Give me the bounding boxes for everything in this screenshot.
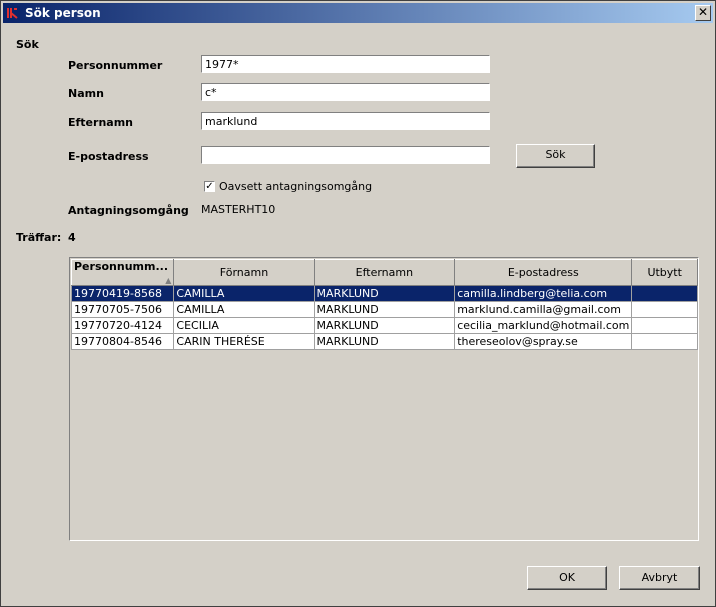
- table-cell: MARKLUND: [313, 317, 456, 334]
- table-cell: CAMILLA: [173, 301, 315, 318]
- table-cell: CARIN THERÉSE: [173, 333, 315, 350]
- table-cell: 19770705-7506: [70, 301, 175, 318]
- ignore-round-checkbox[interactable]: ✓: [204, 181, 215, 192]
- table-row[interactable]: 19770419-8568 CAMILLA MARKLUND camilla.l…: [70, 285, 698, 302]
- app-logo-icon: [6, 6, 20, 20]
- column-header-efternamn[interactable]: Efternamn: [313, 259, 456, 286]
- table-cell: [631, 317, 698, 334]
- cancel-button[interactable]: Avbryt: [619, 566, 700, 590]
- title-bar: Sök person ✕: [3, 3, 713, 23]
- table-row[interactable]: 19770804-8546 CARIN THERÉSE MARKLUND the…: [70, 333, 698, 350]
- efternamn-input[interactable]: [201, 112, 490, 130]
- table-cell: marklund.camilla@gmail.com: [454, 301, 633, 318]
- efternamn-label: Efternamn: [68, 116, 133, 129]
- table-row[interactable]: 19770720-4124 CECILIA MARKLUND cecilia_m…: [70, 317, 698, 334]
- results-grid: Personnumm... ▲ Förnamn Efternamn E-posta…: [70, 259, 698, 350]
- table-cell: CAMILLA: [173, 285, 315, 302]
- personnummer-input[interactable]: [201, 55, 490, 73]
- ok-button[interactable]: OK: [527, 566, 607, 590]
- epost-label: E-postadress: [68, 150, 149, 163]
- omgang-value: MASTERHT10: [201, 203, 276, 216]
- epost-input[interactable]: [201, 146, 490, 164]
- hits-count: 4: [68, 231, 76, 244]
- table-cell: 19770419-8568: [70, 285, 175, 302]
- table-cell: cecilia_marklund@hotmail.com: [454, 317, 633, 334]
- sort-ascending-icon: ▲: [165, 276, 172, 285]
- table-cell: MARKLUND: [313, 301, 456, 318]
- table-cell: camilla.lindberg@telia.com: [454, 285, 633, 302]
- search-button[interactable]: Sök: [516, 144, 595, 168]
- table-row[interactable]: 19770705-7506 CAMILLA MARKLUND marklund.…: [70, 301, 698, 318]
- table-cell: 19770804-8546: [70, 333, 175, 350]
- close-button[interactable]: ✕: [695, 5, 711, 21]
- ok-button-label: OK: [559, 571, 575, 584]
- table-header-row: Personnumm... ▲ Förnamn Efternamn E-posta…: [70, 259, 698, 286]
- column-header-epost[interactable]: E-postadress: [454, 259, 633, 286]
- table-cell: [631, 333, 698, 350]
- column-header-personnummer[interactable]: Personnumm... ▲: [70, 259, 175, 286]
- window-title: Sök person: [25, 6, 101, 20]
- column-header-fornamn[interactable]: Förnamn: [173, 259, 315, 286]
- namn-label: Namn: [68, 87, 104, 100]
- cancel-button-label: Avbryt: [641, 571, 678, 584]
- table-cell: CECILIA: [173, 317, 315, 334]
- ignore-round-label: Oavsett antagningsomgång: [219, 180, 373, 193]
- results-table[interactable]: Personnumm... ▲ Förnamn Efternamn E-posta…: [69, 257, 699, 541]
- table-cell: MARKLUND: [313, 333, 456, 350]
- table-cell: [631, 301, 698, 318]
- column-header-utbytt[interactable]: Utbytt: [631, 259, 698, 286]
- search-button-label: Sök: [545, 148, 566, 161]
- namn-input[interactable]: [201, 83, 490, 101]
- table-cell: [631, 285, 698, 302]
- omgang-label: Antagningsomgång: [68, 204, 189, 217]
- search-person-dialog: Sök person ✕ Sök Personnummer Namn Efter…: [0, 0, 716, 607]
- table-cell: 19770720-4124: [70, 317, 175, 334]
- table-cell: MARKLUND: [313, 285, 456, 302]
- hits-label: Träffar:: [16, 231, 62, 244]
- table-cell: thereseolov@spray.se: [454, 333, 633, 350]
- close-icon: ✕: [697, 5, 709, 19]
- search-section-label: Sök: [16, 38, 39, 51]
- personnummer-label: Personnummer: [68, 59, 163, 72]
